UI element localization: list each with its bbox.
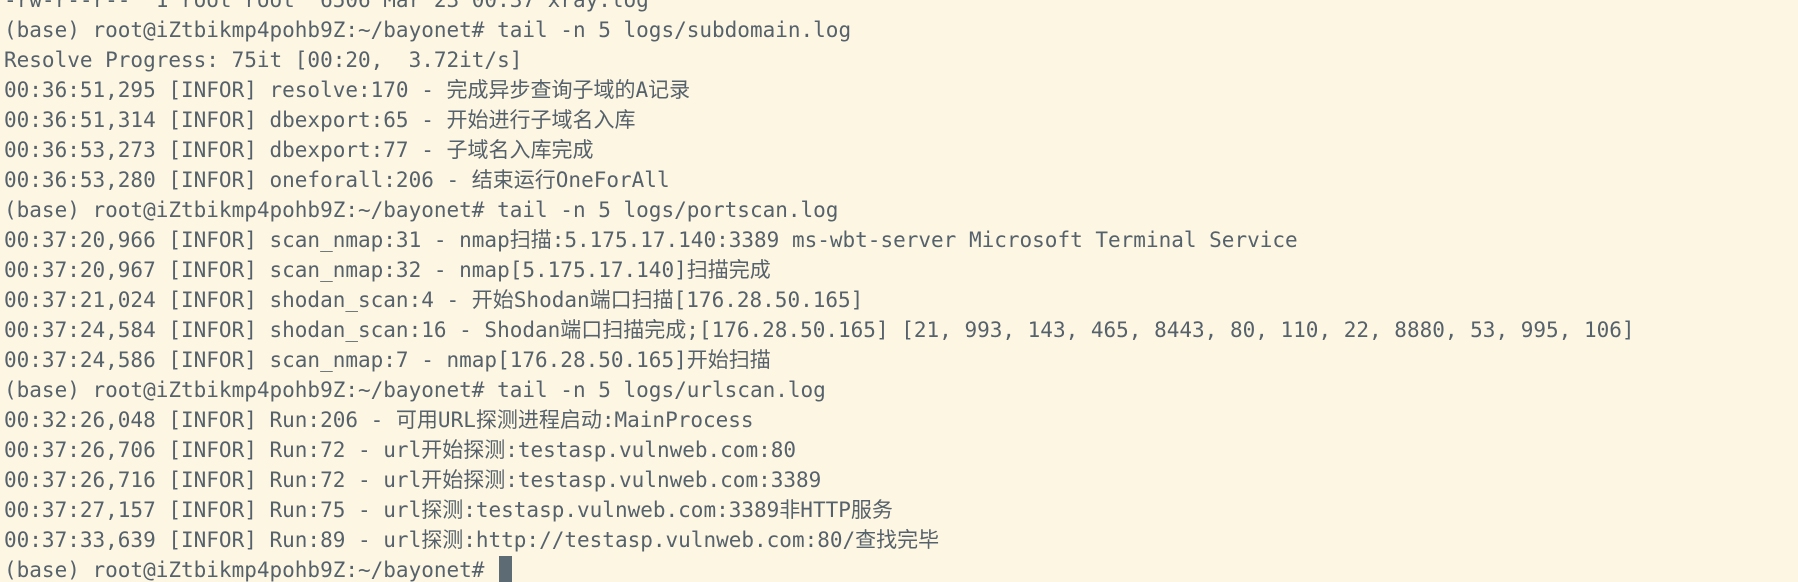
terminal-line: 00:37:27,157 [INFOR] Run:75 - url探测:test… [4,498,893,522]
terminal-line: (base) root@iZtbikmp4pohb9Z:~/bayonet# t… [4,378,826,402]
terminal-line: 00:37:20,967 [INFOR] scan_nmap:32 - nmap… [4,258,771,282]
terminal-line: 00:37:26,716 [INFOR] Run:72 - url开始探测:te… [4,468,822,492]
text-cursor[interactable] [499,556,513,582]
terminal-line: 00:37:21,024 [INFOR] shodan_scan:4 - 开始S… [4,288,864,312]
terminal-line: 00:36:51,314 [INFOR] dbexport:65 - 开始进行子… [4,108,636,132]
terminal-window[interactable]: -rw-r--r-- 1 root root 6506 Mar 23 00:37… [0,0,1798,582]
terminal-line: 00:37:26,706 [INFOR] Run:72 - url开始探测:te… [4,438,797,462]
terminal-line: (base) root@iZtbikmp4pohb9Z:~/bayonet# t… [4,18,852,42]
terminal-line: 00:37:20,966 [INFOR] scan_nmap:31 - nmap… [4,228,1298,252]
terminal-line: Resolve Progress: 75it [00:20, 3.72it/s] [4,48,523,72]
terminal-prompt-line[interactable]: (base) root@iZtbikmp4pohb9Z:~/bayonet# [4,555,1635,582]
terminal-line: 00:36:53,273 [INFOR] dbexport:77 - 子域名入库… [4,138,594,162]
terminal-line: (base) root@iZtbikmp4pohb9Z:~/bayonet# t… [4,198,839,222]
terminal-line: 00:37:24,586 [INFOR] scan_nmap:7 - nmap[… [4,348,771,372]
terminal-line: -rw-r--r-- 1 root root 6506 Mar 23 00:37… [4,0,649,12]
shell-prompt: (base) root@iZtbikmp4pohb9Z:~/bayonet# [4,558,498,582]
terminal-line: 00:37:24,584 [INFOR] shodan_scan:16 - Sh… [4,318,1635,342]
terminal-line: 00:36:53,280 [INFOR] oneforall:206 - 结束运… [4,168,670,192]
terminal-line: 00:36:51,295 [INFOR] resolve:170 - 完成异步查… [4,78,691,102]
terminal-output: -rw-r--r-- 1 root root 6506 Mar 23 00:37… [4,0,1635,582]
terminal-line: 00:37:33,639 [INFOR] Run:89 - url探测:http… [4,528,940,552]
terminal-line: 00:32:26,048 [INFOR] Run:206 - 可用URL探测进程… [4,408,754,432]
